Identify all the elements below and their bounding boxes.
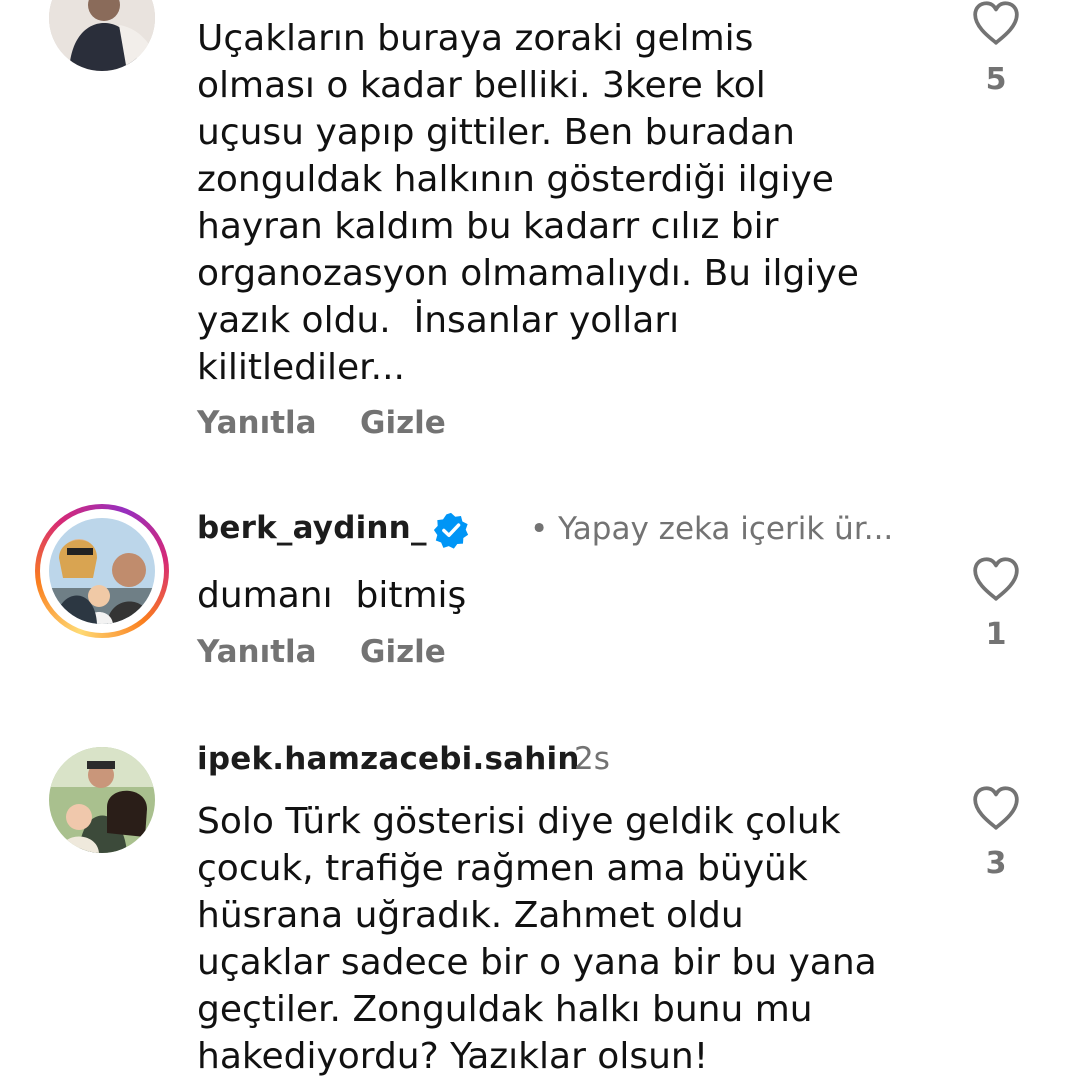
username[interactable]: ipek.hamzacebi.sahin xyxy=(197,741,580,777)
comment-time: 2s xyxy=(574,741,610,777)
comments-list: Uçakların buraya zoraki gelmis olması o … xyxy=(0,0,1080,1084)
avatar[interactable] xyxy=(49,747,155,853)
like-count: 3 xyxy=(985,846,1007,881)
comment-3: ipek.hamzacebi.sahin 2s Solo Türk göster… xyxy=(0,0,1080,1084)
comment-text: Solo Türk gösterisi diye geldik çoluk ço… xyxy=(197,801,877,1077)
heart-outline-icon[interactable] xyxy=(971,785,1021,831)
